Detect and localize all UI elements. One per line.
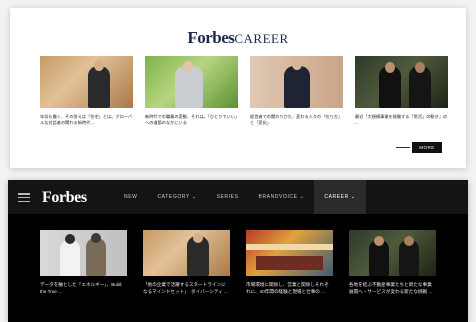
article-caption[interactable]: データを軸とした「エネルギー」、Build the True ... [40, 281, 127, 295]
article-thumbnail[interactable] [143, 230, 230, 276]
article-thumbnail[interactable] [355, 56, 448, 108]
article-caption[interactable]: 経営者での関わりかた、変わる人々の「在り方」と「変化」 [250, 114, 343, 126]
article-caption[interactable]: 各地を結ぶ不動産事業たちと新たな事業展開へ・サービスが変わる新たな挑戦 ... [349, 281, 436, 295]
brand-forbes: Forbes [187, 28, 235, 47]
career-card-light: ForbesCAREER 年収も働く、その答えは「住宅」とは。グローバルな対話者… [10, 8, 466, 168]
article-thumbnail[interactable] [349, 230, 436, 276]
forbes-logo[interactable]: Forbes [42, 189, 87, 207]
more-button[interactable]: MORE [412, 142, 442, 153]
hamburger-menu-icon[interactable] [18, 193, 30, 203]
article-caption[interactable]: 市場環境に関係し、営業と関係しそれぞれに、40年間の経験と現場と仕事の ... [246, 281, 333, 295]
article-caption[interactable]: 年収も働く、その答えは「住宅」とは。グローバルな対話者の関わる新時代 ... [40, 114, 133, 126]
nav-item-brandvoice[interactable]: BRANDVOICE ⌄ [249, 180, 315, 214]
more-divider [396, 147, 410, 148]
nav-item-category[interactable]: CATEGORY ⌄ [147, 180, 206, 214]
career-card-dark: Forbes NEW CATEGORY ⌄ SERIES BRANDVOICE … [8, 180, 468, 322]
article-card[interactable]: 最近「大規模事業を経験する「常活」の動き」の ... [355, 56, 448, 126]
article-caption[interactable]: 最近「大規模事業を経験する「常活」の動き」の ... [355, 114, 448, 126]
article-thumbnail[interactable] [250, 56, 343, 108]
nav-item-series[interactable]: SERIES [207, 180, 249, 214]
brand-career: CAREER [234, 31, 289, 46]
article-thumbnail[interactable] [145, 56, 238, 108]
bottom-article-list: データを軸とした「エネルギー」、Build the True ... 「他の企業… [40, 230, 436, 295]
article-card[interactable]: 経営者での関わりかた、変わる人々の「在り方」と「変化」 [250, 56, 343, 126]
article-thumbnail[interactable] [40, 56, 133, 108]
article-card[interactable]: 市場環境に関係し、営業と関係しそれぞれに、40年間の経験と現場と仕事の ... [246, 230, 333, 295]
top-article-list: 年収も働く、その答えは「住宅」とは。グローバルな対話者の関わる新時代 ... 新… [40, 56, 450, 126]
article-thumbnail[interactable] [40, 230, 127, 276]
article-caption[interactable]: 新時代での職業の変動、それは。「ひとりでいい」への道筋のなかにいる [145, 114, 238, 126]
forbes-career-logo[interactable]: ForbesCAREER [10, 28, 466, 48]
nav-menu: NEW CATEGORY ⌄ SERIES BRANDVOICE ⌄ CAREE… [114, 180, 366, 214]
article-card[interactable]: 年収も働く、その答えは「住宅」とは。グローバルな対話者の関わる新時代 ... [40, 56, 133, 126]
article-caption[interactable]: 「他の企業で活躍するスタートラインになるマインドセット」 ダイバーシティ ... [143, 281, 230, 295]
article-card[interactable]: データを軸とした「エネルギー」、Build the True ... [40, 230, 127, 295]
article-thumbnail[interactable] [246, 230, 333, 276]
article-card[interactable]: 新時代での職業の変動、それは。「ひとりでいい」への道筋のなかにいる [145, 56, 238, 126]
nav-item-new[interactable]: NEW [114, 180, 147, 214]
article-card[interactable]: 各地を結ぶ不動産事業たちと新たな事業展開へ・サービスが変わる新たな挑戦 ... [349, 230, 436, 295]
nav-item-career[interactable]: CAREER ⌄ [314, 180, 366, 214]
forbes-navbar: Forbes NEW CATEGORY ⌄ SERIES BRANDVOICE … [8, 180, 468, 214]
article-card[interactable]: 「他の企業で活躍するスタートラインになるマインドセット」 ダイバーシティ ... [143, 230, 230, 295]
